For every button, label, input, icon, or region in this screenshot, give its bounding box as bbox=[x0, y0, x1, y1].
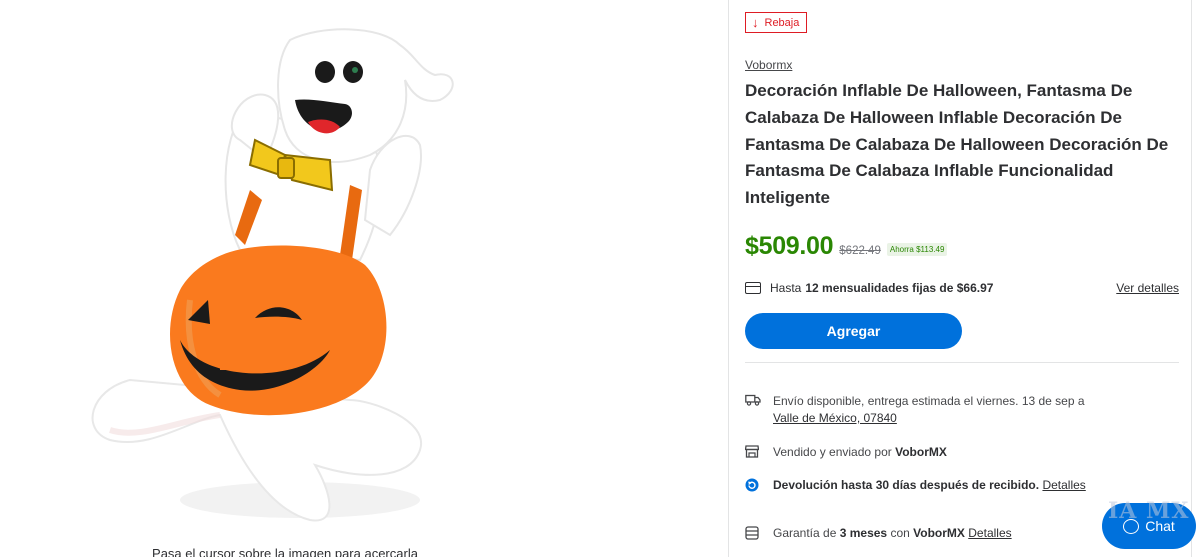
add-to-cart-button[interactable]: Agregar bbox=[745, 313, 962, 349]
price-row: $509.00 $622.49 Ahorra $113.49 bbox=[745, 232, 948, 261]
product-image[interactable] bbox=[70, 20, 470, 530]
zoom-hint: Pasa el cursor sobre la imagen para acer… bbox=[152, 546, 418, 557]
previous-price: $622.49 bbox=[839, 245, 881, 257]
warranty-details-link[interactable]: Detalles bbox=[968, 526, 1011, 540]
warranty-icon bbox=[745, 525, 773, 542]
current-price: $509.00 bbox=[745, 232, 834, 260]
return-policy-text: Devolución hasta 30 días después de reci… bbox=[773, 478, 1040, 492]
shipping-row: Envío disponible, entrega estimada el vi… bbox=[745, 393, 1179, 427]
rollback-badge: ↓ Rebaja bbox=[745, 12, 808, 33]
warranty-duration: 3 meses bbox=[839, 526, 888, 540]
seller-row: Vendido y enviado por VoborMX bbox=[745, 444, 1179, 461]
seller-prefix: Vendido y enviado por bbox=[773, 445, 892, 459]
seller-name: VoborMX bbox=[895, 445, 947, 459]
shipping-text: Envío disponible, entrega estimada el vi… bbox=[773, 394, 1085, 408]
store-icon bbox=[745, 444, 773, 461]
warranty-middle: con bbox=[890, 526, 910, 540]
divider bbox=[745, 362, 1179, 363]
credit-card-icon bbox=[745, 282, 761, 294]
installments-row: Hasta 12 mensualidades fijas de $66.97 V… bbox=[745, 281, 1179, 295]
rollback-badge-label: Rebaja bbox=[764, 16, 800, 29]
product-image-area[interactable]: Pasa el cursor sobre la imagen para acer… bbox=[0, 0, 728, 557]
down-arrow-icon: ↓ bbox=[752, 15, 759, 30]
chat-button[interactable]: Chat bbox=[1102, 503, 1196, 549]
return-row: Devolución hasta 30 días después de reci… bbox=[745, 477, 1179, 494]
warranty-seller: VoborMX bbox=[913, 526, 965, 540]
installments-amount: 12 mensualidades fijas de $66.97 bbox=[805, 281, 994, 295]
installments-prefix: Hasta bbox=[770, 281, 802, 295]
product-info-panel: ↓ Rebaja Vobormx Decoración Inflable De … bbox=[728, 0, 1192, 557]
chat-icon bbox=[1123, 518, 1140, 534]
warranty-prefix: Garantía de bbox=[773, 526, 837, 540]
return-details-link[interactable]: Detalles bbox=[1042, 478, 1085, 492]
location-link[interactable]: Valle de México, 07840 bbox=[773, 411, 897, 425]
savings-badge: Ahorra $113.49 bbox=[886, 243, 948, 256]
return-icon bbox=[745, 477, 773, 494]
brand-link[interactable]: Vobormx bbox=[745, 58, 792, 72]
truck-icon bbox=[745, 393, 773, 427]
view-details-link[interactable]: Ver detalles bbox=[1116, 281, 1179, 295]
product-title: Decoración Inflable De Halloween, Fantas… bbox=[745, 81, 1169, 208]
chat-label: Chat bbox=[1145, 518, 1175, 534]
